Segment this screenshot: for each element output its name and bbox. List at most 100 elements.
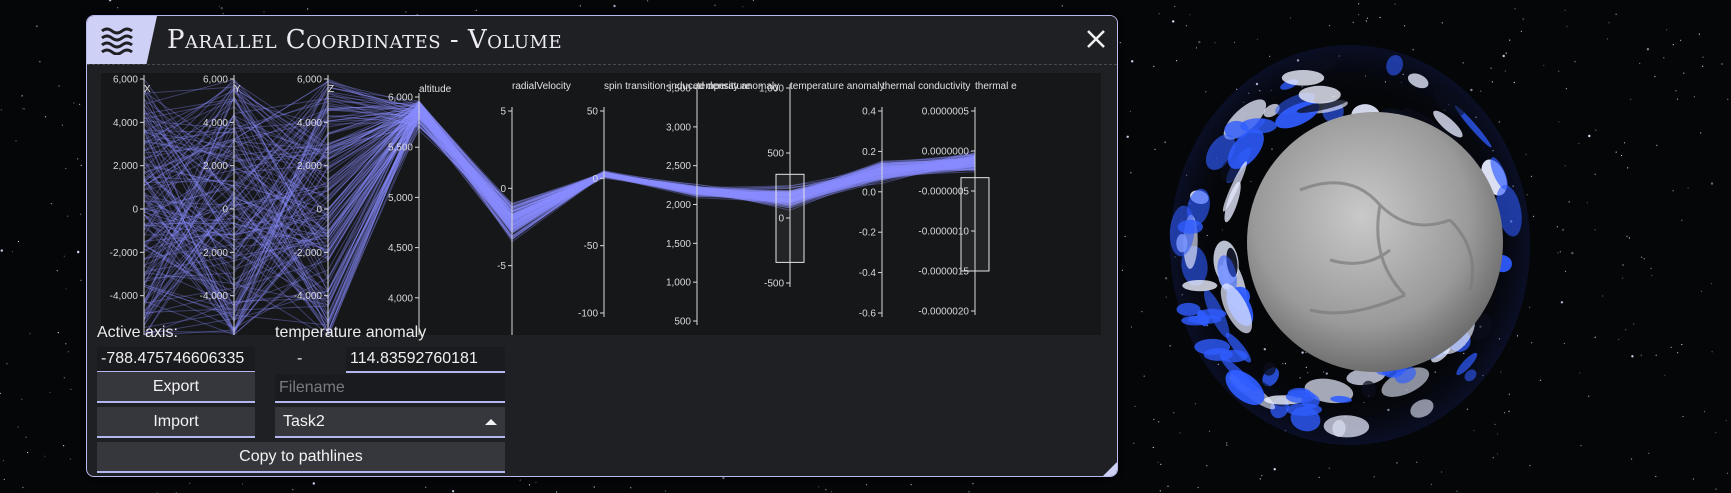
axis-label-0[interactable]: X (144, 84, 151, 95)
star (1595, 129, 1597, 131)
star (1289, 17, 1292, 19)
star (1687, 187, 1689, 189)
star (44, 455, 46, 457)
chevron-up-icon (485, 419, 497, 425)
star (1565, 88, 1567, 90)
star (263, 11, 265, 13)
filename-input[interactable] (275, 374, 505, 403)
star (831, 491, 833, 493)
tick-label: 50 (587, 107, 599, 118)
star (1560, 301, 1564, 304)
waves-icon[interactable] (87, 16, 157, 64)
window-title: Parallel Coordinates - Volume (167, 25, 563, 55)
range-max-input[interactable] (346, 347, 505, 373)
axis-label-6[interactable]: temperature (697, 81, 751, 92)
parallel-coordinates-chart[interactable]: X 6,000 4,000 2,000 0 -2,000 -4,000 -6,000 Y 6,00… (101, 73, 1101, 335)
tick-label: -4,000 (110, 291, 139, 302)
tick-label: 1,500 (666, 239, 691, 250)
tick-label: -50 (584, 241, 599, 252)
copy-to-pathlines-button[interactable]: Copy to pathlines (97, 442, 505, 473)
tick-label: 0.4 (862, 107, 876, 118)
star (1366, 17, 1369, 19)
star (21, 95, 23, 97)
tick-label: -0.4 (859, 268, 877, 279)
star (1586, 202, 1588, 204)
star (1141, 311, 1143, 313)
range-separator: - (297, 350, 303, 367)
volume-render-globe[interactable] (1150, 20, 1550, 460)
axis-label-8[interactable]: thermal conductivity (882, 81, 970, 92)
star (117, 7, 119, 9)
star (1631, 458, 1633, 460)
tick-label: -4,000 (200, 291, 229, 302)
star (1641, 256, 1643, 258)
axis-label-7[interactable]: temperature anomaly (790, 81, 885, 92)
star (1681, 343, 1683, 346)
import-button[interactable]: Import (97, 407, 255, 438)
range-min-input[interactable] (97, 347, 255, 373)
star (63, 255, 65, 257)
axis-label-3[interactable]: altitude (419, 84, 452, 95)
star (1131, 60, 1134, 63)
star (242, 483, 244, 485)
tick-label: 500 (767, 149, 784, 160)
star (56, 270, 58, 272)
star (1725, 419, 1727, 422)
star (1529, 464, 1531, 467)
star (1627, 167, 1629, 169)
star (22, 108, 24, 110)
star (1628, 237, 1630, 239)
star (1273, 468, 1276, 471)
star (1621, 154, 1623, 157)
tick-label: 5,500 (388, 143, 413, 154)
star (80, 164, 82, 166)
star (1710, 283, 1713, 285)
star (1167, 485, 1169, 487)
tick-label: 3,500 (666, 84, 691, 95)
star (1556, 226, 1558, 228)
tick-label: -0.2 (859, 228, 877, 239)
star (39, 61, 41, 63)
star (1682, 415, 1684, 418)
star (1698, 33, 1700, 35)
close-icon[interactable] (1083, 26, 1109, 52)
axis-label-4[interactable]: radialVelocity (512, 81, 571, 92)
tick-label: 5 (500, 107, 506, 118)
globe-blob (1285, 389, 1316, 404)
star (1654, 76, 1656, 78)
star (910, 484, 912, 486)
star (67, 351, 69, 353)
star (1623, 142, 1626, 144)
star (535, 481, 537, 483)
star (825, 489, 827, 491)
tick-label: -0.6 (859, 309, 877, 320)
tick-label: 2,000 (203, 161, 228, 172)
star (1588, 134, 1591, 138)
star (1639, 62, 1641, 64)
tick-label: -2,000 (200, 248, 229, 259)
star (1328, 467, 1330, 469)
axis-label-5[interactable]: spin transition-induced density anomaly (604, 81, 779, 92)
tick-label: 4,500 (388, 243, 413, 254)
tick-label: 1,000 (666, 278, 691, 289)
star (630, 487, 632, 489)
star (1630, 98, 1632, 100)
active-axis-label: Active axis: (97, 324, 178, 341)
title-bar[interactable]: Parallel Coordinates - Volume (87, 16, 1117, 64)
star (1558, 121, 1560, 123)
star (292, 489, 294, 491)
brush-9[interactable] (960, 177, 990, 272)
star (1571, 251, 1574, 255)
star (1651, 275, 1653, 277)
star (1633, 323, 1635, 325)
star (1615, 151, 1617, 153)
resize-handle[interactable] (1103, 462, 1117, 476)
axis-label-2[interactable]: Z (328, 84, 334, 95)
brush-7[interactable] (775, 173, 805, 263)
axis-label-1[interactable]: Y (234, 84, 241, 95)
star (1373, 476, 1375, 478)
export-button[interactable]: Export (97, 372, 255, 403)
file-select[interactable]: Task2 (275, 407, 505, 438)
star (722, 476, 725, 480)
axis-label-9[interactable]: thermal e (975, 81, 1017, 92)
